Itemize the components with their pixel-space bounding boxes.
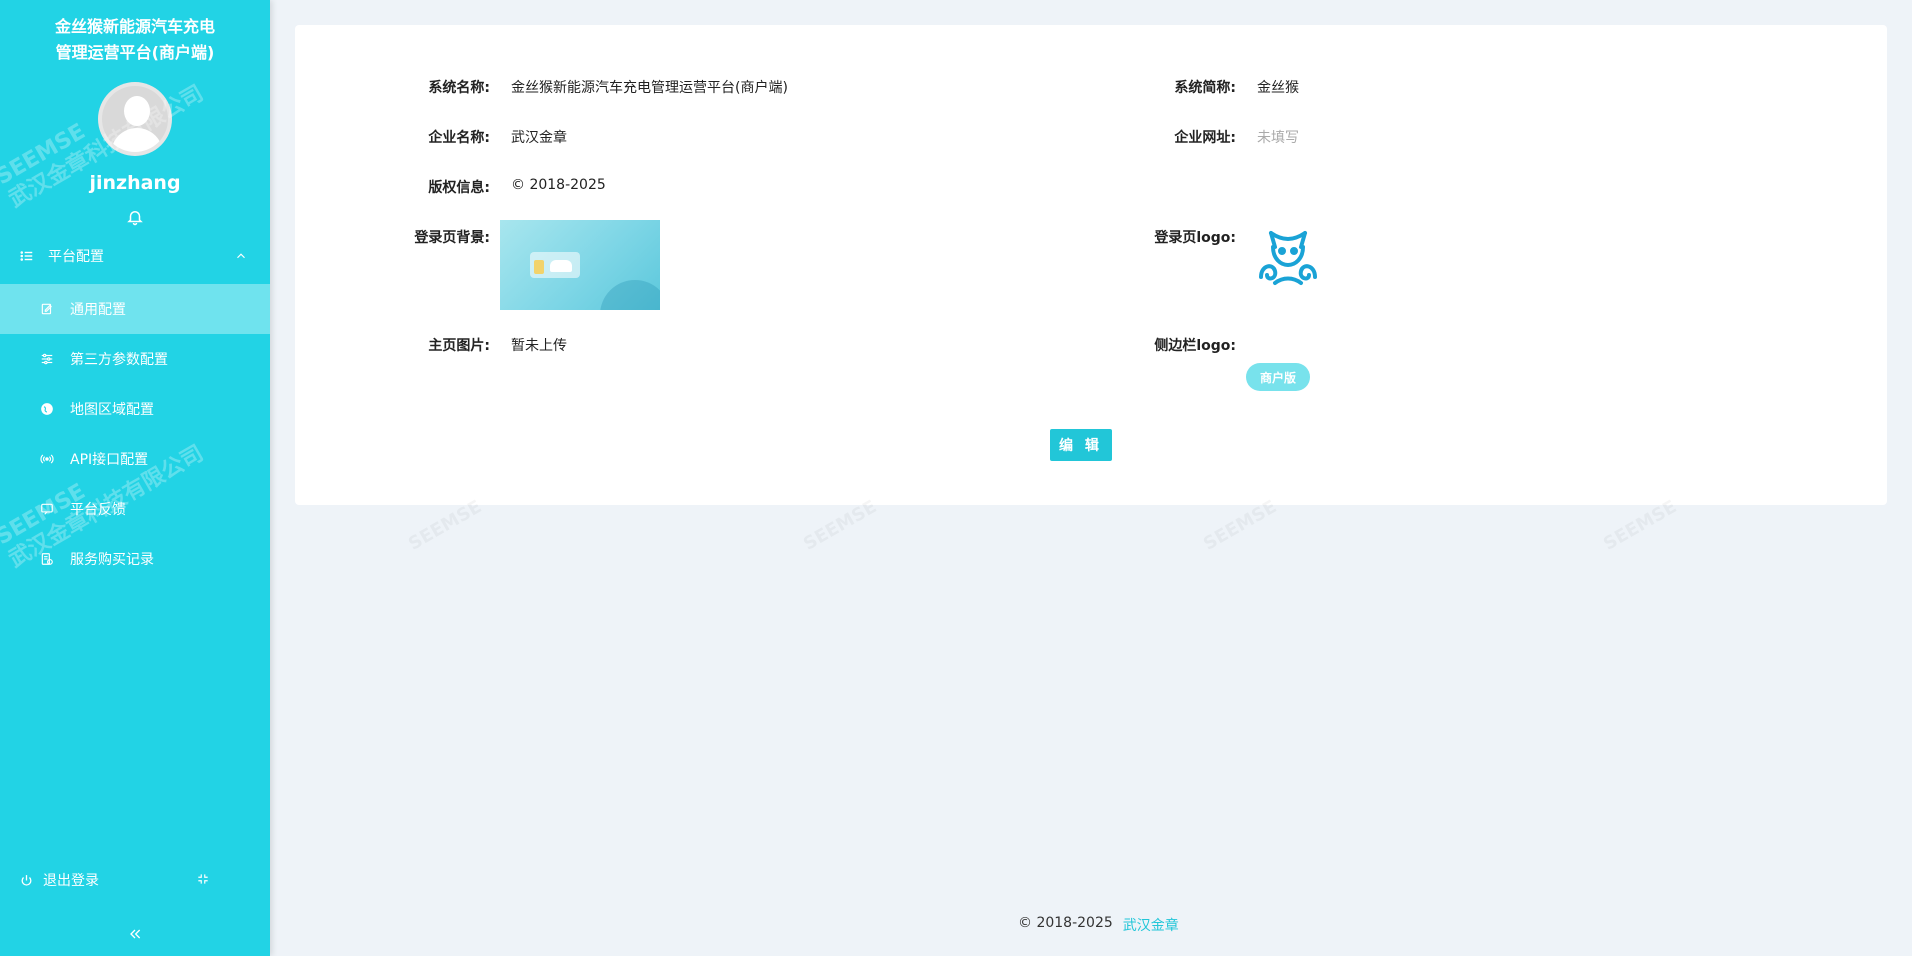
brand-title: 金丝猴新能源汽车充电 管理运营平台(商户端) <box>0 14 270 66</box>
login-background-thumbnail[interactable] <box>500 220 660 310</box>
logout-label: 退出登录 <box>43 873 99 889</box>
footer-copyright: © 2018-2025 <box>1018 915 1113 931</box>
brand-line-2: 管理运营平台(商户端) <box>55 43 215 62</box>
sidebar: 金丝猴新能源汽车充电 管理运营平台(商户端) jinzhang 平台配置 通用配… <box>0 0 270 956</box>
menu-group-label: 平台配置 <box>48 249 104 265</box>
company-name-label: 企业名称: <box>428 130 490 146</box>
system-name-value: 金丝猴新能源汽车充电管理运营平台(商户端) <box>511 80 788 96</box>
merchant-edition-badge: 商户版 <box>1246 363 1310 391</box>
system-short-value: 金丝猴 <box>1257 80 1299 96</box>
home-image-label: 主页图片: <box>428 338 490 354</box>
sidebar-item-general-config[interactable]: 通用配置 <box>0 284 270 334</box>
logout-button[interactable]: 退出登录 <box>20 870 99 890</box>
edit-icon <box>41 303 52 315</box>
charging-station-shape <box>534 260 544 274</box>
feedback-icon <box>41 503 53 515</box>
purchase-icon <box>41 553 53 565</box>
company-url-value: 未填写 <box>1257 130 1299 146</box>
watermark-en: SEEMSE <box>404 495 487 558</box>
hill-shape <box>600 280 660 310</box>
footer-company-link[interactable]: 武汉金章 <box>1123 915 1179 935</box>
collapse-sidebar-icon[interactable] <box>127 926 143 942</box>
page-footer: © 2018-2025 武汉金章 <box>1018 915 1179 935</box>
avatar[interactable] <box>98 82 172 156</box>
watermark: SEEMSE <box>404 495 487 558</box>
menu-group-platform-config[interactable]: 平台配置 <box>0 240 270 272</box>
brand-line-1: 金丝猴新能源汽车充电 <box>54 17 215 36</box>
sidebar-item-label: 服务购买记录 <box>70 552 154 568</box>
power-icon <box>21 874 32 886</box>
edit-button[interactable]: 编 辑 <box>1050 429 1112 461</box>
list-icon <box>20 251 33 261</box>
watermark: SEEMSE <box>1599 495 1682 558</box>
sidebar-logo-label: 侧边栏logo: <box>1154 338 1236 354</box>
system-name-label: 系统名称: <box>428 80 490 96</box>
fullscreen-exit-icon[interactable] <box>196 872 210 886</box>
fox-logo-icon[interactable] <box>1253 225 1323 289</box>
sliders-icon <box>41 353 53 365</box>
system-short-label: 系统简称: <box>1174 80 1236 96</box>
watermark-en: SEEMSE <box>1599 495 1682 558</box>
watermark-en: SEEMSE <box>1199 495 1282 558</box>
chevron-up-icon <box>237 253 245 259</box>
watermark-en: SEEMSE <box>799 495 882 558</box>
sidebar-item-api-config[interactable]: API接口配置 <box>0 434 270 484</box>
copyright-label: 版权信息: <box>428 180 490 196</box>
company-name-value: 武汉金章 <box>511 130 567 146</box>
company-url-label: 企业网址: <box>1174 130 1236 146</box>
globe-icon <box>41 403 53 415</box>
sidebar-item-label: 平台反馈 <box>70 502 126 518</box>
car-shape <box>550 260 572 272</box>
watermark: SEEMSE <box>1199 495 1282 558</box>
general-config-card: 系统名称: 金丝猴新能源汽车充电管理运营平台(商户端) 系统简称: 金丝猴 企业… <box>295 25 1887 555</box>
broadcast-icon <box>40 454 54 464</box>
login-bg-label: 登录页背景: <box>414 230 490 246</box>
copyright-value: © 2018-2025 <box>511 177 606 193</box>
username: jinzhang <box>89 172 181 194</box>
avatar-head-shape <box>124 96 150 126</box>
bell-icon[interactable] <box>126 208 144 226</box>
sidebar-item-label: 地图区域配置 <box>70 402 154 418</box>
sidebar-item-map-region-config[interactable]: 地图区域配置 <box>0 384 270 434</box>
avatar-body-shape <box>111 128 163 152</box>
sidebar-item-label: 通用配置 <box>70 302 126 318</box>
sidebar-item-platform-feedback[interactable]: 平台反馈 <box>0 484 270 534</box>
sidebar-item-purchase-records[interactable]: 服务购买记录 <box>0 534 270 584</box>
sidebar-item-label: 第三方参数配置 <box>70 352 168 368</box>
login-logo-label: 登录页logo: <box>1154 230 1236 246</box>
watermark: SEEMSE <box>799 495 882 558</box>
sidebar-item-third-party-config[interactable]: 第三方参数配置 <box>0 334 270 384</box>
sidebar-item-label: API接口配置 <box>70 452 149 468</box>
home-image-value: 暂未上传 <box>511 338 567 354</box>
